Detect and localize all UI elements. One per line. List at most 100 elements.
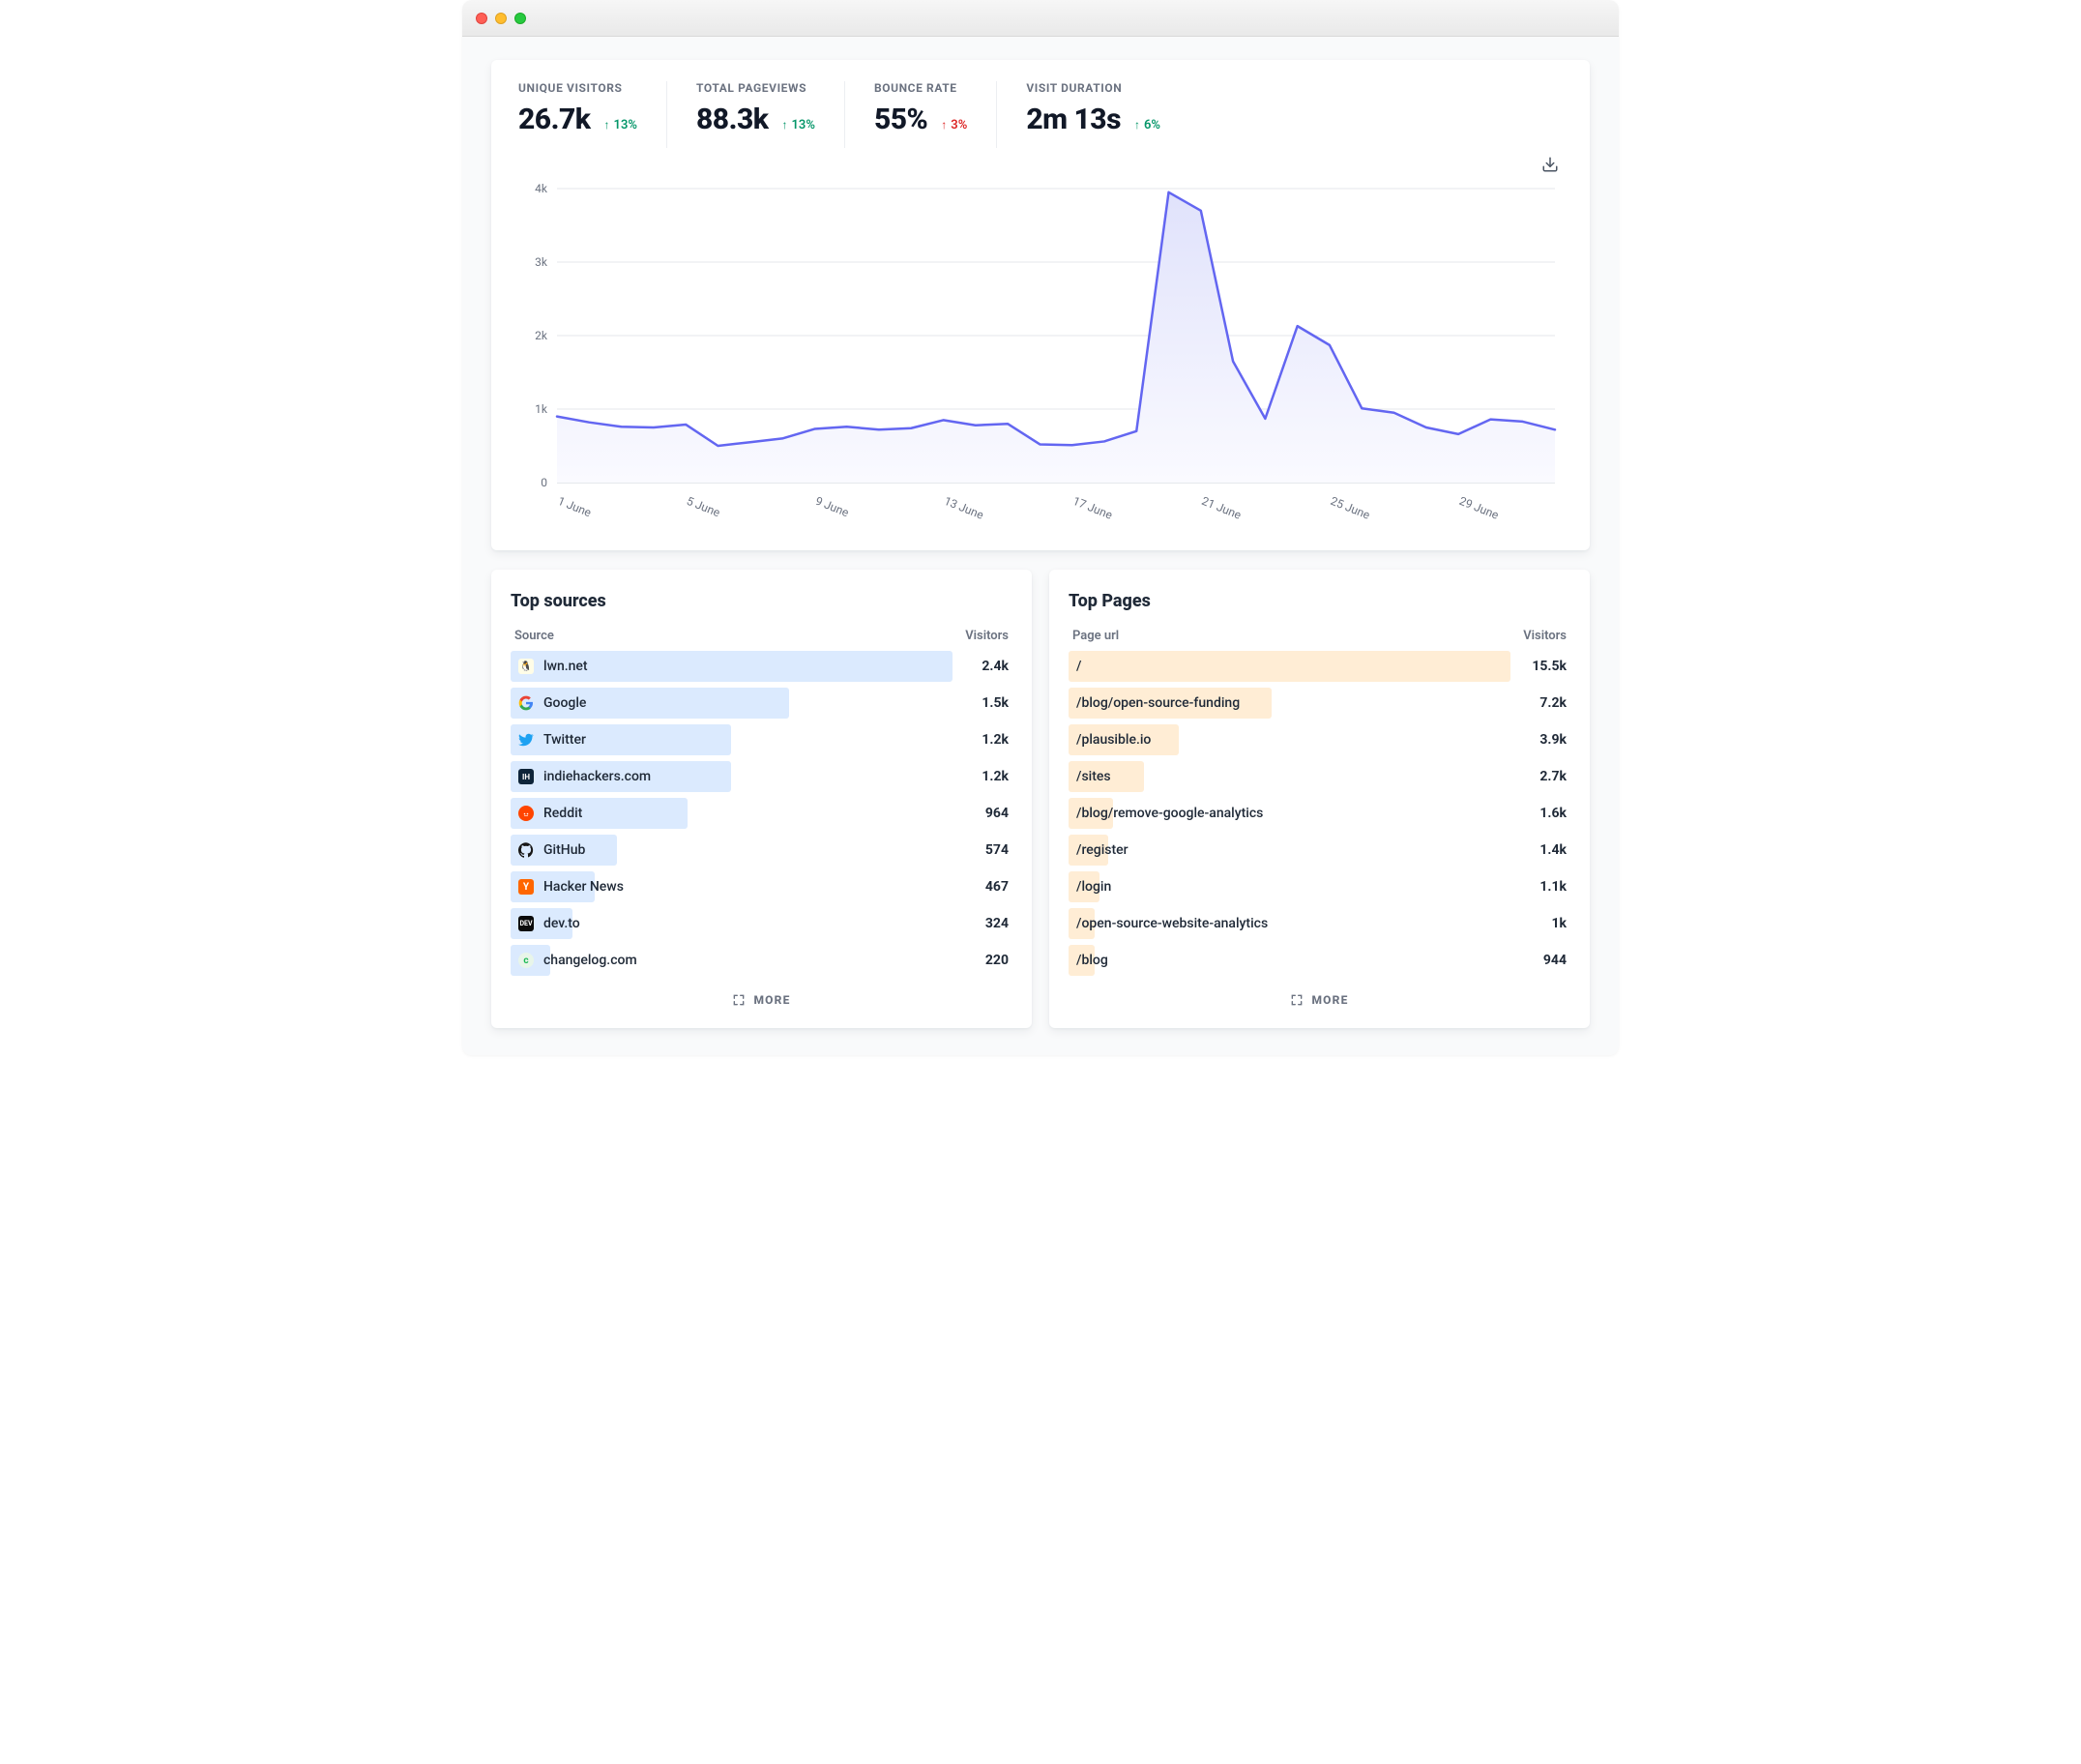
source-visitors: 1.5k xyxy=(982,695,1012,711)
page-url: / xyxy=(1076,659,1081,674)
stats-row: UNIQUE VISITORS 26.7k ↑13%TOTAL PAGEVIEWS8… xyxy=(518,81,1563,148)
stat-change: ↑3% xyxy=(941,118,967,132)
source-row[interactable]: GitHub 574 xyxy=(511,835,1012,866)
page-visitors: 944 xyxy=(1543,953,1570,968)
x-tick-label: 17 June xyxy=(1071,494,1115,522)
changelog-icon: c xyxy=(518,953,534,968)
page-row[interactable]: /blog/open-source-funding 7.2k xyxy=(1069,688,1570,719)
source-row[interactable]: Google1.5k xyxy=(511,688,1012,719)
column-header-visitors: Visitors xyxy=(1523,629,1567,643)
column-header-pageurl: Page url xyxy=(1072,629,1119,643)
source-name: Twitter xyxy=(543,732,586,748)
page-row[interactable]: /register1.4k xyxy=(1069,835,1570,866)
x-tick-label: 13 June xyxy=(942,494,985,522)
source-name: Reddit xyxy=(543,806,582,821)
page-url: /login xyxy=(1076,879,1111,895)
source-visitors: 1.2k xyxy=(982,769,1012,784)
stat-total-pageviews[interactable]: TOTAL PAGEVIEWS88.3k↑13% xyxy=(696,81,845,148)
source-row[interactable]: 🐧 lwn.net 2.4k xyxy=(511,651,1012,682)
more-label: MORE xyxy=(1311,993,1348,1007)
visitors-chart[interactable]: 01k2k3k4k1 June5 June9 June13 June17 Jun… xyxy=(518,183,1563,531)
source-name: dev.to xyxy=(543,916,580,931)
source-row[interactable]: Twitter 1.2k xyxy=(511,724,1012,755)
stat-bounce-rate[interactable]: BOUNCE RATE 55% ↑3% xyxy=(874,81,997,148)
source-visitors: 2.4k xyxy=(982,659,1012,674)
page-visitors: 3.9k xyxy=(1539,732,1570,748)
indiehackers-icon: IH xyxy=(518,769,534,784)
y-tick-label: 4k xyxy=(535,183,548,195)
source-visitors: 220 xyxy=(985,953,1012,968)
page-visitors: 1.6k xyxy=(1539,806,1570,821)
page-row[interactable]: / 15.5k xyxy=(1069,651,1570,682)
page-row[interactable]: /login 1.1k xyxy=(1069,871,1570,902)
source-visitors: 1.2k xyxy=(982,732,1012,748)
stat-value: 26.7k xyxy=(518,103,591,136)
page-row[interactable]: /sites2.7k xyxy=(1069,761,1570,792)
stat-value: 2m 13s xyxy=(1026,103,1121,136)
twitter-icon xyxy=(518,732,534,748)
arrow-down-icon: ↑ xyxy=(941,118,947,132)
top-pages-panel: Top Pages Page url Visitors / 15.5k/blog/… xyxy=(1049,570,1590,1028)
source-name: lwn.net xyxy=(543,659,588,674)
window-zoom-button[interactable] xyxy=(514,13,526,24)
arrow-up-icon: ↑ xyxy=(1134,118,1140,132)
lwn-icon: 🐧 xyxy=(518,659,534,674)
stat-change: ↑6% xyxy=(1134,118,1160,132)
source-name: changelog.com xyxy=(543,953,637,968)
sources-more-button[interactable]: MORE xyxy=(722,987,800,1013)
source-row[interactable]: c changelog.com 220 xyxy=(511,945,1012,976)
pages-more-button[interactable]: MORE xyxy=(1280,987,1358,1013)
page-visitors: 1.1k xyxy=(1539,879,1570,895)
arrow-up-icon: ↑ xyxy=(604,118,610,132)
source-name: GitHub xyxy=(543,842,585,858)
source-visitors: 467 xyxy=(985,879,1012,895)
top-sources-panel: Top sources Source Visitors 🐧 lwn.net 2.4k… xyxy=(491,570,1032,1028)
stat-label: VISIT DURATION xyxy=(1026,81,1160,95)
expand-icon xyxy=(1290,993,1304,1007)
page-visitors: 1k xyxy=(1551,916,1570,931)
reddit-icon xyxy=(518,806,534,821)
page-visitors: 7.2k xyxy=(1539,695,1570,711)
x-tick-label: 9 June xyxy=(813,494,851,519)
stat-unique-visitors[interactable]: UNIQUE VISITORS26.7k↑13% xyxy=(518,81,667,148)
stat-visit-duration[interactable]: VISIT DURATION 2m 13s ↑6% xyxy=(1026,81,1189,148)
column-header-visitors: Visitors xyxy=(965,629,1009,643)
download-icon[interactable] xyxy=(1538,152,1563,181)
page-row[interactable]: /open-source-website-analytics1k xyxy=(1069,908,1570,939)
page-url: /sites xyxy=(1076,769,1111,784)
source-visitors: 574 xyxy=(985,842,1012,858)
google-icon xyxy=(518,695,534,711)
page-url: /blog/open-source-funding xyxy=(1076,695,1240,711)
window-minimize-button[interactable] xyxy=(495,13,507,24)
stat-value: 55% xyxy=(874,103,927,136)
content-area: UNIQUE VISITORS 26.7k ↑13%TOTAL PAGEVIEWS8… xyxy=(462,37,1619,1055)
column-header-source: Source xyxy=(514,629,554,643)
source-row[interactable]: YHacker News467 xyxy=(511,871,1012,902)
stat-change: ↑13% xyxy=(781,118,814,132)
stat-label: BOUNCE RATE xyxy=(874,81,967,95)
page-row[interactable]: /plausible.io 3.9k xyxy=(1069,724,1570,755)
expand-icon xyxy=(732,993,746,1007)
page-row[interactable]: /blog944 xyxy=(1069,945,1570,976)
x-tick-label: 21 June xyxy=(1200,494,1244,522)
page-url: /plausible.io xyxy=(1076,732,1151,748)
source-row[interactable]: IHindiehackers.com1.2k xyxy=(511,761,1012,792)
titlebar xyxy=(462,0,1619,37)
source-row[interactable]: DEVdev.to324 xyxy=(511,908,1012,939)
app-window: UNIQUE VISITORS 26.7k ↑13%TOTAL PAGEVIEWS8… xyxy=(462,0,1619,1055)
stat-label: UNIQUE VISITORS xyxy=(518,81,637,95)
panel-title: Top sources xyxy=(511,591,1012,611)
y-tick-label: 2k xyxy=(535,329,548,342)
page-row[interactable]: /blog/remove-google-analytics1.6k xyxy=(1069,798,1570,829)
source-row[interactable]: Reddit964 xyxy=(511,798,1012,829)
x-tick-label: 1 June xyxy=(556,494,594,519)
arrow-up-icon: ↑ xyxy=(781,118,787,132)
page-visitors: 1.4k xyxy=(1539,842,1570,858)
panel-title: Top Pages xyxy=(1069,591,1570,611)
page-visitors: 15.5k xyxy=(1532,659,1570,674)
window-close-button[interactable] xyxy=(476,13,487,24)
stat-label: TOTAL PAGEVIEWS xyxy=(696,81,815,95)
y-tick-label: 0 xyxy=(541,476,547,489)
hackernews-icon: Y xyxy=(518,879,534,895)
more-label: MORE xyxy=(753,993,790,1007)
